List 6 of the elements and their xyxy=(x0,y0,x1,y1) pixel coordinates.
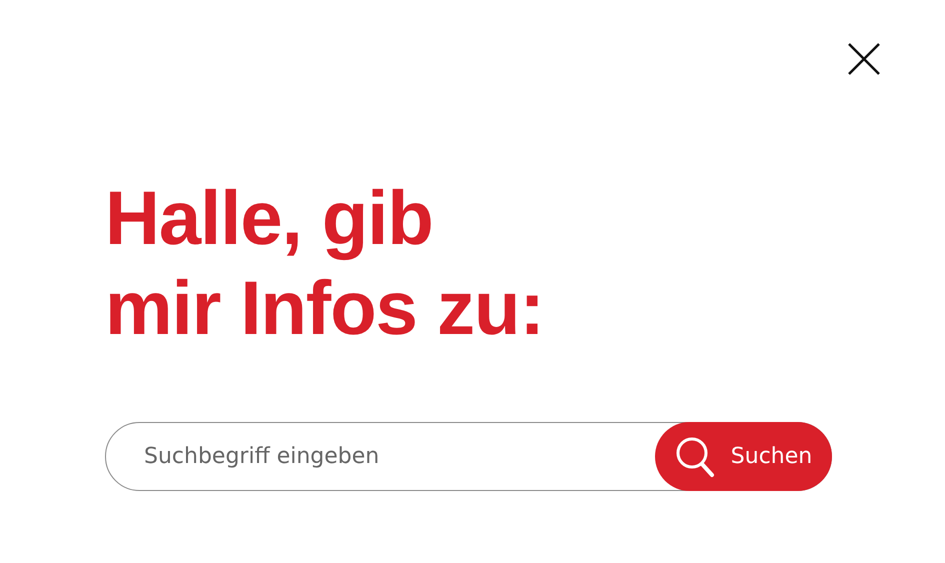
search-icon xyxy=(674,436,715,478)
search-button[interactable]: Suchen xyxy=(655,422,832,491)
search-field[interactable]: Suchbegriff eingeben Suchen xyxy=(105,422,832,491)
heading-line: mir Infos zu: xyxy=(105,265,544,353)
close-icon xyxy=(847,42,881,76)
heading-line: Halle, gib xyxy=(105,175,433,263)
